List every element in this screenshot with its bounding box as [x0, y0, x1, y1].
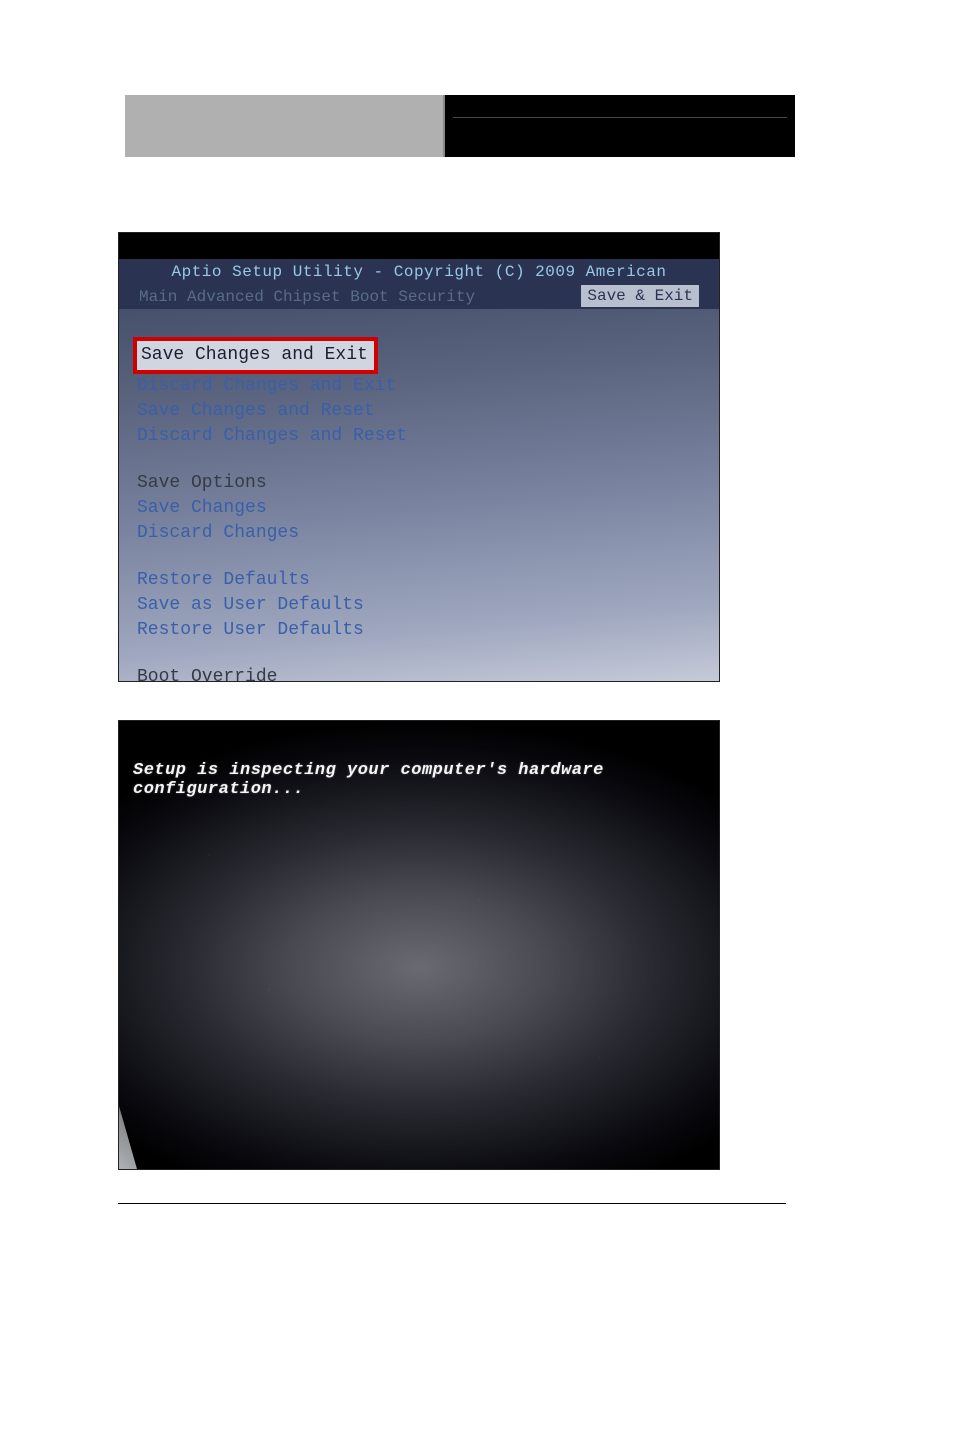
bios-item-save-user-defaults: Save as User Defaults — [137, 593, 719, 618]
bios-heading-save-options: Save Options — [137, 471, 719, 496]
header-right-black — [445, 95, 795, 157]
bios-tabs-inactive: Main Advanced Chipset Boot Security — [139, 288, 475, 306]
photo-monitor-bezel — [119, 1079, 164, 1169]
bios-tab-row: Main Advanced Chipset Boot Security Save… — [119, 285, 719, 309]
bios-item-save-reset: Save Changes and Reset — [137, 399, 719, 424]
boot-message: Setup is inspecting your computer's hard… — [133, 761, 719, 799]
bios-item-restore-defaults: Restore Defaults — [137, 568, 719, 593]
bios-item-restore-user-defaults: Restore User Defaults — [137, 618, 719, 643]
bios-black-border — [119, 233, 719, 259]
bios-title: Aptio Setup Utility - Copyright (C) 2009… — [119, 259, 719, 285]
bios-item-save-changes: Save Changes — [137, 496, 719, 521]
bios-item-discard-reset: Discard Changes and Reset — [137, 424, 719, 449]
bios-item-discard-changes: Discard Changes — [137, 521, 719, 546]
footer-rule — [118, 1203, 786, 1204]
bios-item-save-changes-exit: Save Changes and Exit — [133, 337, 378, 374]
boot-inspect-photo: Setup is inspecting your computer's hard… — [118, 720, 720, 1170]
header-divider-line — [453, 117, 787, 118]
bios-menu: Save Changes and Exit Discard Changes an… — [119, 309, 719, 682]
bios-setup-photo: Aptio Setup Utility - Copyright (C) 2009… — [118, 232, 720, 682]
header-left-gray — [125, 95, 445, 157]
bios-tab-save-exit: Save & Exit — [581, 285, 699, 307]
page-header-band — [125, 95, 795, 157]
bios-item-discard-exit: Discard Changes and Exit — [137, 374, 719, 399]
bios-heading-boot-override: Boot Override — [137, 665, 719, 682]
